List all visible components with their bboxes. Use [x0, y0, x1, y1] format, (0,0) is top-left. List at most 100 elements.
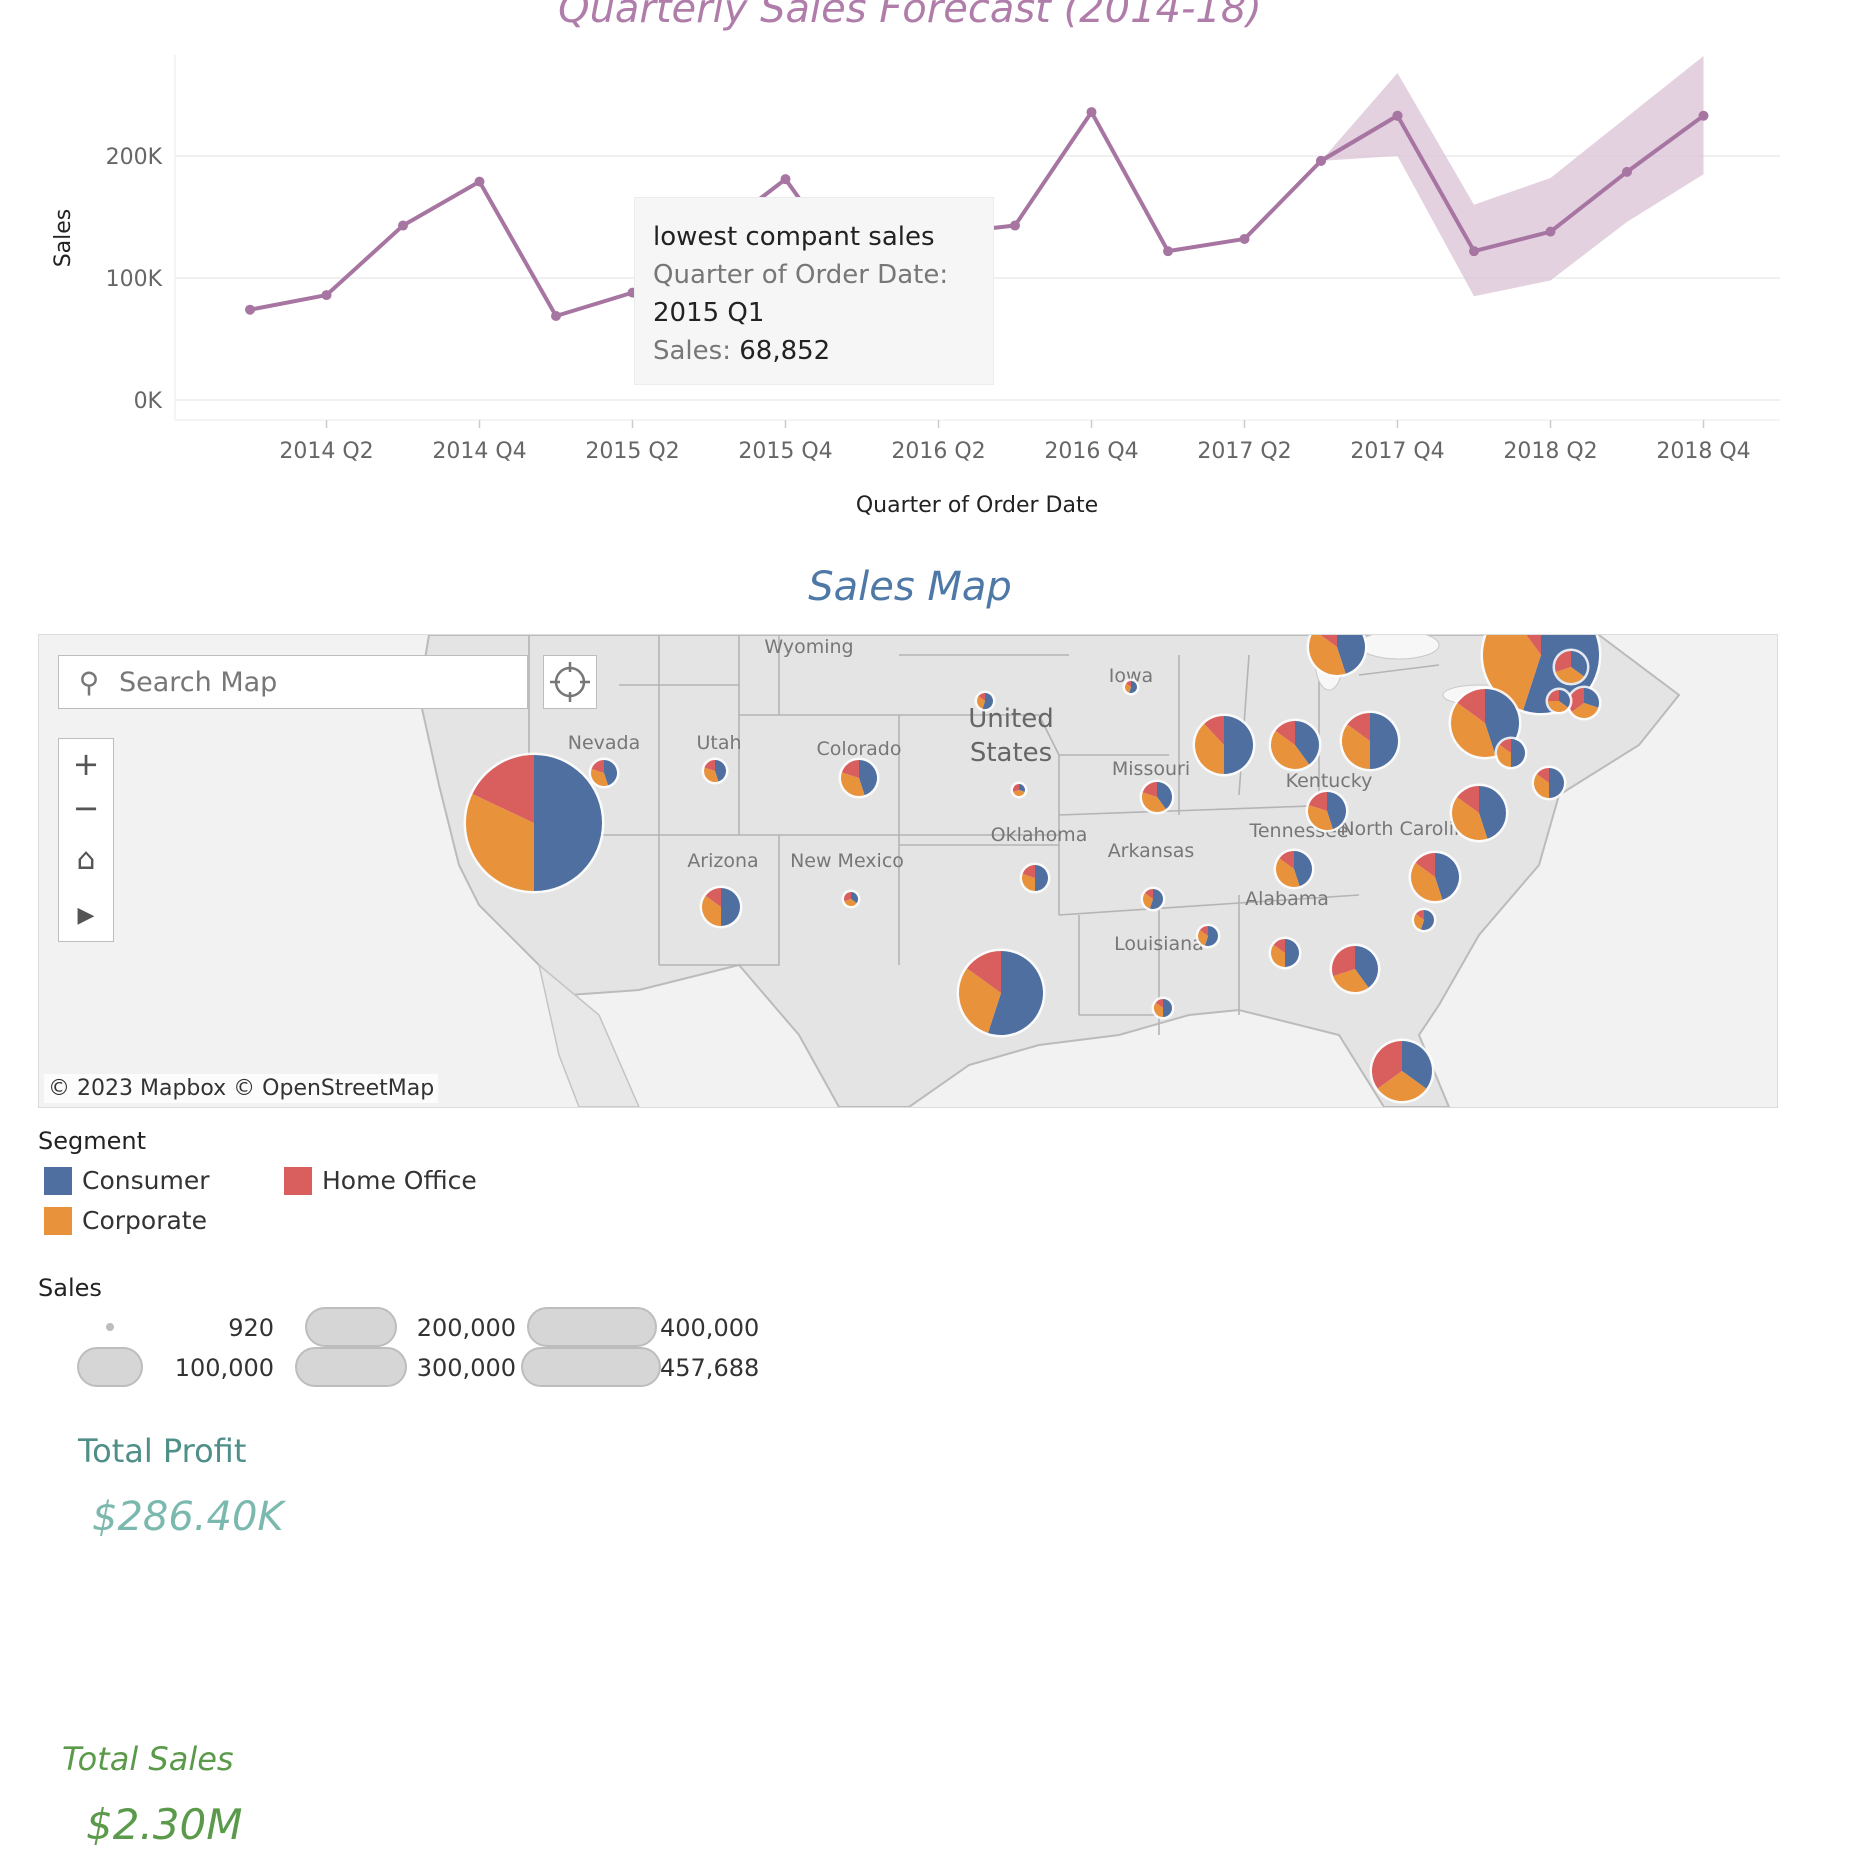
- state-sales-pie[interactable]: [1151, 996, 1175, 1020]
- size-mark-920: [106, 1323, 114, 1331]
- state-label-kentucky: Kentucky: [1286, 770, 1373, 792]
- sales-legend-title: Sales: [38, 1274, 102, 1302]
- state-sales-pie[interactable]: [1545, 687, 1573, 715]
- state-sales-pie[interactable]: [1140, 886, 1166, 912]
- actual-sales-point: [321, 290, 332, 301]
- y-tick-label: 200K: [106, 145, 163, 170]
- forecast-sales-point: [1469, 246, 1479, 257]
- tooltip-value-sales: 68,852: [739, 336, 831, 366]
- size-label-457688: 457,688: [660, 1354, 760, 1382]
- actual-sales-point: [780, 174, 791, 185]
- state-sales-pie[interactable]: [1122, 678, 1140, 696]
- size-label-100000: 100,000: [174, 1354, 274, 1382]
- state-sales-pie[interactable]: [588, 757, 620, 789]
- forecast-sales-point: [1392, 110, 1403, 121]
- state-sales-pie[interactable]: [1408, 850, 1462, 904]
- actual-sales-point: [551, 311, 561, 322]
- tooltip-value-quarter: 2015 Q1: [653, 298, 765, 328]
- size-label-200000: 200,000: [416, 1314, 516, 1342]
- state-sales-pie[interactable]: [1268, 718, 1322, 772]
- actual-sales-point: [1239, 233, 1250, 244]
- segment-legend-title: Segment: [38, 1127, 146, 1155]
- state-label-arkansas: Arkansas: [1108, 840, 1195, 862]
- y-axis-ticks: 0K 100K 200K: [106, 145, 163, 414]
- play-icon[interactable]: ▶: [59, 893, 113, 939]
- state-sales-pie[interactable]: [1339, 710, 1401, 772]
- state-sales-pie[interactable]: [841, 889, 861, 909]
- state-label-utah: Utah: [696, 732, 741, 754]
- state-sales-pie[interactable]: [463, 752, 605, 894]
- state-sales-pie[interactable]: [1139, 779, 1175, 815]
- x-tick-label: 2017 Q2: [1197, 439, 1291, 464]
- state-sales-pie[interactable]: [974, 690, 996, 712]
- tooltip-title: lowest compant sales: [653, 222, 935, 252]
- total-profit-value: $286.40K: [92, 1494, 284, 1540]
- x-tick-label: 2016 Q4: [1044, 439, 1138, 464]
- state-sales-pie[interactable]: [1268, 936, 1302, 970]
- forecast-confidence-band: [1321, 55, 1704, 297]
- home-icon[interactable]: ⌂: [59, 837, 113, 883]
- map-attribution[interactable]: © 2023 Mapbox © OpenStreetMap: [44, 1074, 439, 1103]
- state-sales-pie[interactable]: [1329, 943, 1381, 995]
- state-sales-pie[interactable]: [1273, 848, 1315, 890]
- size-mark-200000: [305, 1307, 397, 1347]
- consumer-swatch: [44, 1166, 72, 1195]
- state-sales-pie[interactable]: [838, 757, 880, 799]
- state-label-nevada: Nevada: [568, 732, 641, 754]
- size-label-400000: 400,000: [660, 1314, 760, 1342]
- crosshair-icon: [550, 662, 590, 702]
- tooltip-label-quarter: Quarter of Order Date:: [653, 260, 949, 290]
- legend-label-consumer: Consumer: [82, 1166, 210, 1195]
- state-sales-pie[interactable]: [701, 757, 729, 785]
- size-mark-300000: [295, 1347, 407, 1387]
- state-sales-pie[interactable]: [699, 885, 743, 929]
- search-icon: ⚲: [78, 665, 100, 699]
- actual-sales-point: [398, 220, 408, 231]
- state-sales-pie[interactable]: [1449, 783, 1509, 843]
- state-sales-pie[interactable]: [956, 948, 1046, 1038]
- x-tick-label: 2014 Q2: [279, 439, 373, 464]
- x-tick-label: 2015 Q2: [585, 439, 679, 464]
- state-label-wyoming: Wyoming: [764, 636, 853, 658]
- size-mark-100000: [77, 1347, 143, 1387]
- locate-button[interactable]: [543, 655, 597, 709]
- x-tick-label: 2018 Q2: [1503, 439, 1597, 464]
- legend-item-corporate[interactable]: Corporate: [44, 1206, 207, 1235]
- state-sales-pie[interactable]: [1494, 736, 1528, 770]
- state-sales-pie[interactable]: [1411, 907, 1437, 933]
- state-label-arizona: Arizona: [687, 850, 758, 872]
- legend-item-home-office[interactable]: Home Office: [284, 1166, 477, 1195]
- state-label-louisiana: Louisiana: [1114, 933, 1204, 955]
- size-label-300000: 300,000: [416, 1354, 516, 1382]
- zoom-out-button[interactable]: −: [59, 785, 113, 831]
- forecast-band-area: [1321, 55, 1704, 297]
- state-sales-pie[interactable]: [1552, 648, 1590, 686]
- state-sales-pie[interactable]: [1195, 923, 1221, 949]
- map-search-placeholder: Search Map: [119, 666, 278, 698]
- size-label-920: 920: [228, 1314, 274, 1342]
- state-sales-pie[interactable]: [1192, 713, 1256, 777]
- actual-sales-point: [1010, 220, 1020, 231]
- state-label-missouri: Missouri: [1112, 758, 1190, 780]
- corporate-swatch: [44, 1206, 72, 1235]
- map-title: Sales Map: [808, 564, 1012, 610]
- state-label-alabama: Alabama: [1245, 888, 1329, 910]
- state-sales-pie[interactable]: [1369, 1038, 1435, 1104]
- x-tick-label: 2018 Q4: [1656, 439, 1750, 464]
- map-search-box[interactable]: ⚲ Search Map: [58, 655, 528, 709]
- actual-sales-point: [474, 176, 485, 187]
- zoom-in-button[interactable]: +: [59, 741, 113, 787]
- state-sales-pie[interactable]: [1010, 781, 1028, 799]
- x-tick-label: 2016 Q2: [891, 439, 985, 464]
- state-sales-pie[interactable]: [1531, 765, 1567, 801]
- forecast-sales-point: [1622, 166, 1632, 177]
- x-tick-label: 2017 Q4: [1350, 439, 1444, 464]
- x-tick-label: 2014 Q4: [432, 439, 526, 464]
- x-axis-ticks: 2014 Q2 2014 Q4 2015 Q2 2015 Q4 2016 Q2 2016 …: [279, 420, 1751, 464]
- legend-item-consumer[interactable]: Consumer: [44, 1166, 209, 1195]
- y-axis-title: Sales: [51, 209, 76, 268]
- state-sales-pie[interactable]: [1019, 862, 1051, 894]
- tooltip-label-sales: Sales:: [653, 336, 731, 366]
- state-sales-pie[interactable]: [1305, 789, 1349, 833]
- legend-label-home-office: Home Office: [322, 1166, 477, 1195]
